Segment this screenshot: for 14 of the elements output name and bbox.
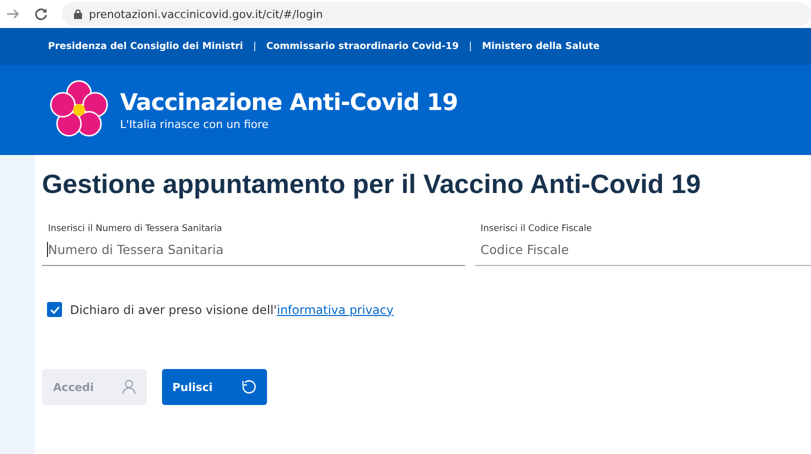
separator: |: [468, 41, 472, 52]
privacy-link[interactable]: informativa privacy: [276, 302, 394, 316]
field-label: Inserisci il Codice Fiscale: [480, 224, 593, 234]
reset-button[interactable]: Pulisci: [162, 369, 267, 405]
address-bar[interactable]: prenotazioni.vaccinicovid.gov.it/cit/#/login: [62, 2, 811, 26]
institution-link[interactable]: Commissario straordinario Covid-19: [266, 41, 459, 52]
site-title: Vaccinazione Anti-Covid 19: [120, 90, 458, 116]
privacy-statement: Dichiaro di aver preso visione dell'informativa privacy: [70, 302, 394, 316]
institution-link[interactable]: Ministero della Salute: [482, 41, 600, 52]
separator: |: [253, 41, 256, 52]
field-label: Inserisci il Numero di Tessera Sanitaria: [47, 224, 224, 234]
institution-link[interactable]: Presidenza del Consiglio dei Ministri: [48, 41, 244, 52]
page-title: Gestione appuntamento per il Vaccino Anti-Covid 19: [42, 169, 702, 200]
site-subtitle: L'Italia rinasce con un fiore: [120, 118, 270, 130]
